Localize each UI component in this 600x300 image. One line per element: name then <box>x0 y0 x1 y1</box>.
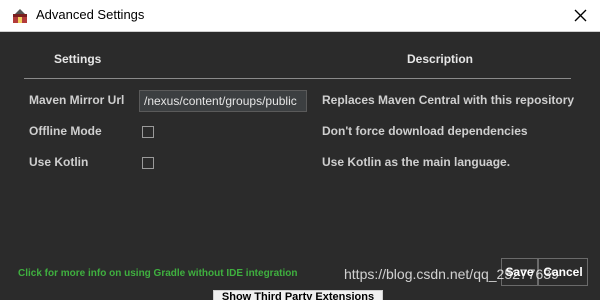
maven-mirror-url-label: Maven Mirror Url <box>29 93 125 107</box>
offline-mode-description: Don't force download dependencies <box>322 124 528 138</box>
gradle-info-link[interactable]: Click for more info on using Gradle with… <box>18 268 297 279</box>
settings-column-header: Settings <box>54 52 102 66</box>
offline-mode-label: Offline Mode <box>29 124 102 138</box>
offline-mode-checkbox[interactable] <box>142 126 154 138</box>
use-kotlin-checkbox[interactable] <box>142 157 154 169</box>
show-third-party-extensions-button[interactable]: Show Third Party Extensions <box>213 290 383 300</box>
description-column-header: Description <box>407 52 474 66</box>
advanced-settings-dialog: Advanced Settings Settings Description M… <box>0 0 600 300</box>
use-kotlin-label: Use Kotlin <box>29 155 89 169</box>
maven-mirror-url-input[interactable]: /nexus/content/groups/public <box>139 90 307 112</box>
cancel-button[interactable]: Cancel <box>538 258 588 286</box>
maven-mirror-url-description: Replaces Maven Central with this reposit… <box>322 93 575 107</box>
header-divider <box>24 78 571 79</box>
close-icon <box>574 9 586 22</box>
save-button[interactable]: Save <box>501 258 538 286</box>
app-icon <box>12 8 28 24</box>
dialog-content: Settings Description Maven Mirror Url /n… <box>0 32 600 300</box>
title-bar: Advanced Settings <box>0 0 600 32</box>
close-button[interactable] <box>560 0 600 31</box>
use-kotlin-description: Use Kotlin as the main language. <box>322 155 511 169</box>
window-title: Advanced Settings <box>36 7 145 22</box>
